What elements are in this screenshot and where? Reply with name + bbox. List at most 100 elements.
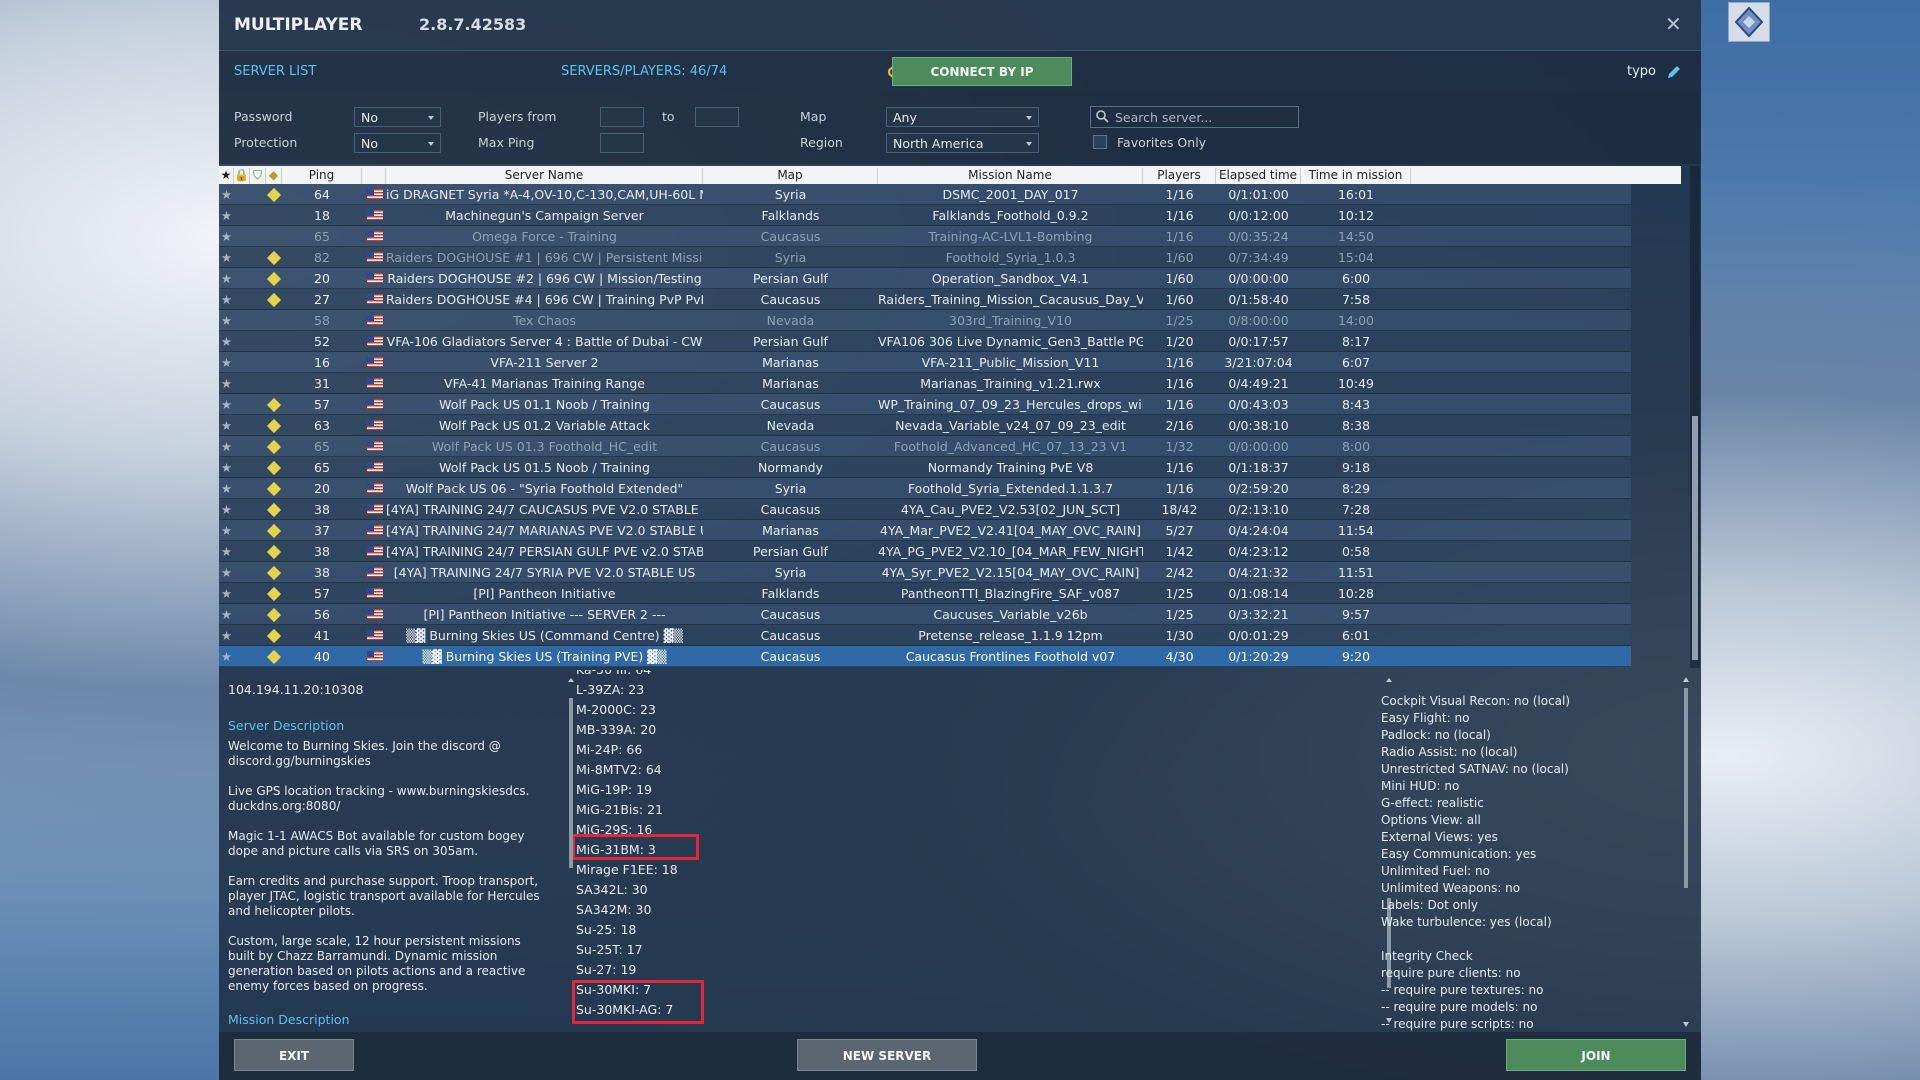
table-row[interactable]: ★ 38 [4YA] TRAINING 24/7 CAUCASUS PVE V2.0… [219,499,1631,520]
column-ping[interactable]: Ping [282,168,362,184]
table-row[interactable]: ★ 27 Raiders DOGHOUSE #4 | 696 CW | Traini… [219,289,1631,310]
integrity-diamond-icon [266,607,282,623]
table-row[interactable]: ★ 41 ▒▓ Burning Skies US (Command Centre) … [219,625,1631,646]
password-select[interactable]: No [354,107,441,127]
favorite-star-icon[interactable]: ★ [219,397,234,412]
table-row[interactable]: ★ 20 Wolf Pack US 06 - "Syria Foothold Ext… [219,478,1631,499]
integrity-column-diamond-icon[interactable]: ◆ [266,168,282,184]
exit-button[interactable]: EXIT [234,1039,354,1071]
column-elapsed-time[interactable]: Elapsed time [1216,168,1301,184]
option-item: Radio Assist: no (local) [1381,745,1518,759]
column-players[interactable]: Players [1143,168,1216,184]
favorite-star-icon[interactable]: ★ [219,355,234,370]
cell-time: 9:18 [1341,460,1371,475]
table-row[interactable]: ★ 18 Machinegun's Campaign Server Falklands… [219,205,1631,226]
table-row[interactable]: ★ 82 Raiders DOGHOUSE #1 | 696 CW | Persis… [219,247,1631,268]
favorite-star-icon[interactable]: ★ [219,565,234,580]
table-row[interactable]: ★ 65 Wolf Pack US 01.3 Foothold_HC_edit Cau… [219,436,1631,457]
favorite-star-icon[interactable]: ★ [219,229,234,244]
favorite-star-icon[interactable]: ★ [219,586,234,601]
favorite-star-icon[interactable]: ★ [219,628,234,643]
cell-ping: 16 [314,355,330,370]
favorite-star-icon[interactable]: ★ [219,481,234,496]
cell-mission: Foothold_Syria_Extended.1.1.3.7 [907,481,1114,496]
edit-icon[interactable] [1661,59,1687,85]
cell-time: 10:28 [1337,586,1375,601]
scroll-thumb[interactable] [1692,416,1698,660]
cell-players: 1/20 [1165,334,1194,349]
cell-mission: Nevada_Variable_v24_07_09_23_edit [895,418,1126,433]
table-row[interactable]: ★ 38 [4YA] TRAINING 24/7 SYRIA PVE V2.0 ST… [219,562,1631,583]
favorite-star-icon[interactable]: ★ [219,250,234,265]
region-select[interactable]: North America [886,133,1039,153]
favorite-star-icon[interactable]: ★ [219,313,234,328]
cell-time: 9:57 [1341,607,1371,622]
favorite-star-icon[interactable]: ★ [219,460,234,475]
aircraft-item: Mi-24P: 66 [576,742,643,757]
favorite-star-icon[interactable]: ★ [219,544,234,559]
favorite-star-icon[interactable]: ★ [219,502,234,517]
table-row[interactable]: ★ 65 Omega Force - Training Caucasus Trainin… [219,226,1631,247]
cell-ping: 18 [314,208,330,223]
search-input[interactable]: Search server... [1090,106,1299,128]
favorite-star-icon[interactable]: ★ [219,523,234,538]
table-row[interactable]: ★ 37 [4YA] TRAINING 24/7 MARIANAS PVE V2.0… [219,520,1631,541]
footer-bar: EXIT NEW SERVER JOIN [219,1032,1701,1080]
table-row[interactable]: ★ 52 VFA-106 Gladiators Server 4 : Battle … [219,331,1631,352]
favorite-star-icon[interactable]: ★ [219,334,234,349]
players-from-input[interactable] [600,107,644,127]
join-button[interactable]: JOIN [1506,1039,1686,1071]
cell-elapsed: 0/2:59:20 [1228,481,1289,496]
players-to-input[interactable] [695,107,739,127]
column-map[interactable]: Map [703,168,878,184]
version-label: 2.8.7.42583 [419,15,527,34]
server-ip: 104.194.11.20:10308 [228,682,364,697]
favorite-star-icon[interactable]: ★ [219,208,234,223]
cell-time: 7:58 [1341,292,1371,307]
favorite-star-icon[interactable]: ★ [219,418,234,433]
favorite-column-star-icon[interactable]: ★ [219,168,234,184]
aircraft-scrollbar-left[interactable] [567,678,575,1024]
server-list-scrollbar[interactable] [1690,166,1700,668]
favorite-star-icon[interactable]: ★ [219,292,234,307]
table-row[interactable]: ★ 38 [4YA] TRAINING 24/7 PERSIAN GULF PVE … [219,541,1631,562]
app-badge-icon[interactable] [1728,2,1770,42]
favorite-star-icon[interactable]: ★ [219,376,234,391]
options-scrollbar[interactable] [1682,674,1690,1030]
option-item: -- require pure textures: no [1381,983,1544,997]
cell-map: Caucasus [760,397,821,412]
protection-column-shield-icon[interactable]: ⛉ [250,168,266,184]
favorite-star-icon[interactable]: ★ [219,607,234,622]
table-row[interactable]: ★ 57 [PI] Pantheon Initiative Falklands Pant… [219,583,1631,604]
cell-mission: Marianas_Training_v1.21.rwx [920,376,1101,391]
connect-by-ip-button[interactable]: CONNECT BY IP [892,57,1072,86]
server-table: ★ 🔒 ⛉ ◆ Ping Server Name Map Mission Nam… [219,166,1681,668]
table-row[interactable]: ★ 31 VFA-41 Marianas Training Range Mariana… [219,373,1631,394]
column-flag[interactable] [362,168,386,184]
column-time-in-mission[interactable]: Time in mission [1301,168,1411,184]
password-column-lock-icon[interactable]: 🔒 [234,168,250,184]
server-list-label[interactable]: SERVER LIST [234,64,316,79]
protection-select[interactable]: No [354,133,441,153]
table-row[interactable]: ★ 58 Tex Chaos Nevada 303rd_Training_V10 1/25… [219,310,1631,331]
map-select[interactable]: Any [886,107,1039,127]
table-row[interactable]: ★ 65 Wolf Pack US 01.5 Noob / Training Norm… [219,457,1631,478]
table-row[interactable]: ★ 63 Wolf Pack US 01.2 Variable Attack Neva… [219,415,1631,436]
table-row[interactable]: ★ 20 Raiders DOGHOUSE #2 | 696 CW | Missio… [219,268,1631,289]
table-row[interactable]: ★ 56 [PI] Pantheon Initiative --- SERVER 2… [219,604,1631,625]
favorite-star-icon[interactable]: ★ [219,649,234,664]
table-row[interactable]: ★ 64 iG DRAGNET Syria *A-4,OV-10,C-130,CAM… [219,184,1631,205]
favorite-star-icon[interactable]: ★ [219,187,234,202]
table-row[interactable]: ★ 57 Wolf Pack US 01.1 Noob / Training Cauc… [219,394,1631,415]
close-icon[interactable]: ✕ [1665,12,1682,36]
table-row[interactable]: ★ 40 ▒▓ Burning Skies US (Training PVE) ▓▒… [219,646,1631,667]
table-row[interactable]: ★ 16 VFA-211 Server 2 Marianas VFA-211_Publi… [219,352,1631,373]
max-ping-input[interactable] [600,133,644,153]
new-server-button[interactable]: NEW SERVER [797,1039,977,1071]
favorite-star-icon[interactable]: ★ [219,439,234,454]
favorite-star-icon[interactable]: ★ [219,271,234,286]
cell-elapsed: 0/0:01:29 [1228,628,1289,643]
column-mission-name[interactable]: Mission Name [878,168,1143,184]
column-server-name[interactable]: Server Name [386,168,703,184]
favorites-only-checkbox[interactable] [1093,135,1107,149]
